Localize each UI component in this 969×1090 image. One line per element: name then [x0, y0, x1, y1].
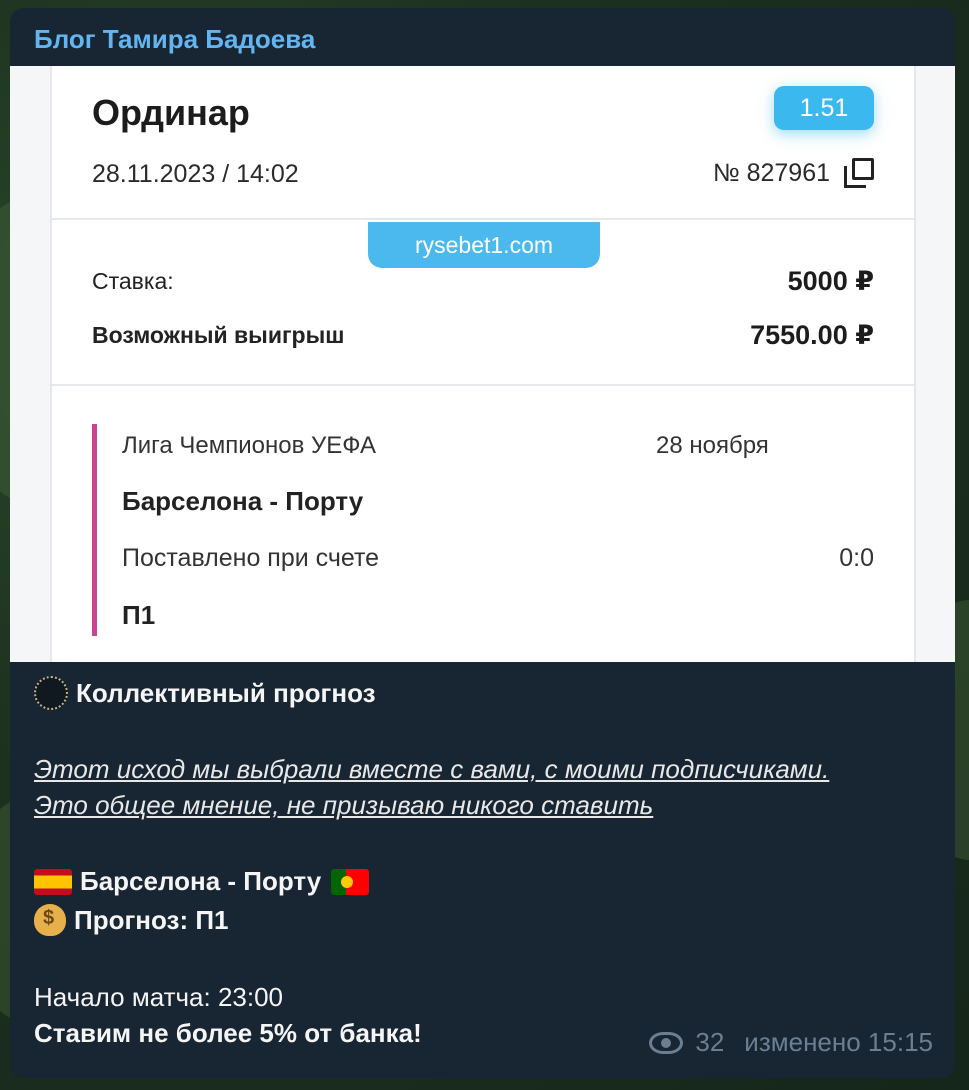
- match-line-text: Барселона - Порту: [80, 866, 322, 896]
- forecast-text: Прогноз: П1: [74, 904, 229, 935]
- divider: [52, 384, 914, 386]
- money-bag-icon: [34, 904, 66, 936]
- event-date: 28 ноября: [656, 432, 769, 459]
- bank-advice: Ставим не более 5% от банка!: [34, 1018, 422, 1048]
- stake-value: 5000 ₽: [787, 266, 874, 296]
- event-league: Лига Чемпионов УЕФА: [122, 432, 376, 459]
- bet-number: № 827961: [713, 158, 874, 188]
- message-meta: 32 изменено 15:15: [649, 1027, 933, 1058]
- edited-time: изменено 15:15: [744, 1027, 933, 1057]
- disclaimer-line-1: Этот исход мы выбрали вместе с вами, с м…: [34, 754, 830, 784]
- disclaimer-line-2: Это общее мнение, не призываю никого ста…: [34, 790, 654, 820]
- channel-name[interactable]: Блог Тамира Бадоева: [34, 24, 315, 55]
- bet-slip-card: Ординар 1.51 28.11.2023 / 14:02 № 827961…: [50, 66, 916, 662]
- event-placed-label: Поставлено при счете: [122, 544, 380, 572]
- bet-slip-photo[interactable]: Ординар 1.51 28.11.2023 / 14:02 № 827961…: [10, 66, 955, 662]
- event-accent-bar: [92, 424, 97, 636]
- event-match: Барселона - Порту: [122, 486, 364, 516]
- post-heading: Коллективный прогноз: [34, 676, 376, 710]
- post-heading-text: Коллективный прогноз: [76, 677, 376, 708]
- bet-type-title: Ординар: [92, 92, 250, 133]
- win-value: 7550.00 ₽: [750, 320, 874, 350]
- bet-datetime: 28.11.2023 / 14:02: [92, 160, 299, 188]
- bet-number-text: № 827961: [712, 158, 830, 187]
- event-score: 0:0: [839, 544, 874, 572]
- coefficient-badge: 1.51: [774, 86, 874, 130]
- site-watermark: rysebet1.com: [368, 222, 600, 268]
- eye-icon: [649, 1031, 684, 1054]
- portugal-flag-icon: [331, 868, 370, 895]
- view-count: 32: [695, 1027, 725, 1057]
- moon-icon: [34, 676, 68, 710]
- spain-flag-icon: [34, 868, 72, 895]
- event-outcome: П1: [122, 600, 156, 630]
- match-start: Начало матча: 23:00: [34, 982, 284, 1012]
- match-line: Барселона - Порту: [34, 866, 377, 897]
- forecast-line: Прогноз: П1: [34, 904, 228, 936]
- message-bubble: Блог Тамира Бадоева Ординар 1.51 28.11.2…: [10, 8, 955, 1078]
- copy-icon: [844, 158, 874, 188]
- win-label: Возможный выигрыш: [92, 322, 345, 348]
- divider: [52, 218, 914, 220]
- stake-label: Ставка:: [92, 268, 174, 294]
